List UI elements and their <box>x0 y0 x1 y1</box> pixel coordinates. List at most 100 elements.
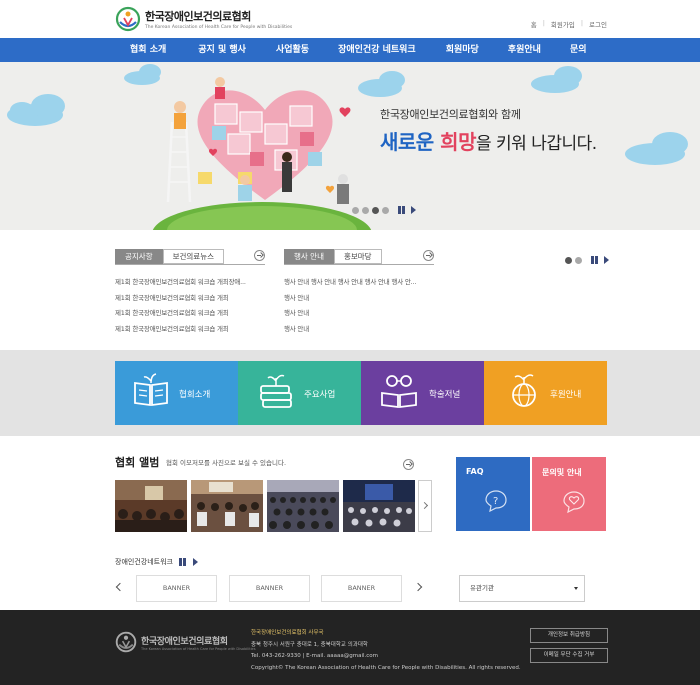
notice-tabs: 공지사항 보건의료뉴스 <box>115 249 225 264</box>
slide-dot[interactable] <box>575 256 582 264</box>
related-sites-select[interactable]: 유관기관 <box>459 575 585 602</box>
pause-icon[interactable] <box>591 256 601 264</box>
notice-list: 제1회 한국장애인보건의료협회 워크숍 개최장애... 제1회 한국장애인보건의… <box>115 276 246 338</box>
event-list: 행사 안내 행사 안내 행사 안내 행사 안내 행사 안... 행사 안내 행사… <box>284 276 416 338</box>
photo-seminar <box>343 480 415 532</box>
question-bubble-icon: ? <box>485 490 507 513</box>
album-subtitle: 협회 이모저모를 사진으로 보실 수 있습니다. <box>166 459 287 467</box>
footer-office: 한국장애인보건의료협회 사무국 <box>251 630 324 636</box>
slide-dot-active[interactable] <box>565 256 572 264</box>
nav-item-about[interactable]: 협회 소개 <box>130 38 166 62</box>
nav-item-members[interactable]: 회원마당 <box>446 38 479 62</box>
faq-button[interactable]: FAQ ? <box>456 457 530 531</box>
hero-headline-part3: 을 키워 나갑니다. <box>475 134 597 154</box>
photo-hall <box>267 480 339 532</box>
logo-title: 한국장애인보건의료협회 <box>145 10 251 23</box>
footer-copyright: Copyright© The Korean Association of Hea… <box>251 664 521 671</box>
more-arrow-icon[interactable] <box>254 250 265 261</box>
pause-icon[interactable] <box>398 206 408 214</box>
album-photo[interactable] <box>343 480 415 532</box>
divider <box>115 264 265 265</box>
nav-item-donation[interactable]: 후원안내 <box>508 38 541 62</box>
footer-logo-title: 한국장애인보건의료협회 <box>141 636 228 647</box>
more-arrow-icon[interactable] <box>423 250 434 261</box>
banner-slot[interactable]: BANNER <box>136 575 217 602</box>
list-item[interactable]: 행사 안내 <box>284 292 416 308</box>
slide-dot-active[interactable] <box>372 206 379 214</box>
album-photo[interactable] <box>115 480 187 532</box>
logo-icon <box>115 631 137 653</box>
nav-item-notice[interactable]: 공지 및 행사 <box>198 38 246 62</box>
heart-bubble-icon <box>563 491 585 514</box>
caret-down-icon <box>574 587 578 590</box>
photo-conference <box>115 480 187 532</box>
email-refusal-button[interactable]: 이메일 무단 수집 거부 <box>530 648 608 663</box>
login-link[interactable]: 로그인 <box>589 19 607 29</box>
books-plant-icon <box>260 374 292 408</box>
event-tabs: 행사 안내 홍보마당 <box>284 249 382 264</box>
divider: | <box>580 19 584 27</box>
list-item[interactable]: 행사 안내 행사 안내 행사 안내 행사 안내 행사 안... <box>284 276 416 292</box>
utility-links: 홈 | 회원가입 | 로그인 <box>531 19 607 29</box>
slide-dot[interactable] <box>352 206 359 214</box>
svg-text:?: ? <box>493 496 498 507</box>
slide-dot[interactable] <box>382 206 389 214</box>
inquiry-button[interactable]: 문의및 안내 <box>532 457 606 531</box>
header: 한국장애인보건의료협회 The Korean Association of He… <box>0 0 700 38</box>
nav-item-contact[interactable]: 문의 <box>570 38 587 62</box>
hero-slider-controls <box>352 206 416 214</box>
list-item[interactable]: 제1회 한국장애인보건의료협회 워크숍 개최장애... <box>115 276 246 292</box>
related-sites-value: 유관기관 <box>470 584 494 592</box>
album-photo[interactable] <box>191 480 263 532</box>
play-icon[interactable] <box>192 558 198 566</box>
tile-label: 주요사업 <box>304 390 336 400</box>
hero-headline-part1: 새로운 <box>380 130 441 154</box>
tab-event[interactable]: 행사 안내 <box>284 249 334 264</box>
site-logo[interactable]: 한국장애인보건의료협회 The Korean Association of He… <box>115 6 292 32</box>
list-item[interactable]: 제1회 한국장애인보건의료협회 워크숍 개최 <box>115 292 246 308</box>
tile-label: 협회소개 <box>179 390 211 400</box>
footer-info: 한국장애인보건의료협회 사무국 충북 청주시 서원구 충대로 1, 충북대학교 … <box>251 628 521 674</box>
hero-headline: 새로운 희망을 키워 나갑니다. <box>380 126 597 155</box>
list-item[interactable]: 제1회 한국장애인보건의료협회 워크숍 개최 <box>115 307 246 323</box>
nav-item-business[interactable]: 사업활동 <box>276 38 309 62</box>
tab-notice[interactable]: 공지사항 <box>115 249 163 264</box>
divider <box>284 264 434 265</box>
quick-link-donation[interactable]: 후원안내 <box>484 361 607 425</box>
quick-link-about[interactable]: 협회소개 <box>115 361 238 425</box>
logo-subtitle: The Korean Association of Health Care fo… <box>145 25 293 30</box>
home-link[interactable]: 홈 <box>531 19 537 29</box>
more-arrow-icon[interactable] <box>403 459 414 470</box>
album-next-button[interactable] <box>418 480 432 532</box>
banner-slot[interactable]: BANNER <box>321 575 402 602</box>
list-item[interactable]: 제1회 한국장애인보건의료협회 워크숍 개최 <box>115 323 246 339</box>
book-glasses-icon <box>381 375 417 409</box>
quick-link-business[interactable]: 주요사업 <box>238 361 361 425</box>
play-icon[interactable] <box>604 256 609 264</box>
quick-link-journal[interactable]: 학술저널 <box>361 361 484 425</box>
tab-health-news[interactable]: 보건의료뉴스 <box>162 249 225 264</box>
privacy-policy-button[interactable]: 개인정보 취급방침 <box>530 628 608 643</box>
play-icon[interactable] <box>411 206 416 214</box>
tile-label: 학술저널 <box>429 390 461 400</box>
network-title-text: 장애인건강네트워크 <box>115 558 173 566</box>
slide-dot[interactable] <box>362 206 369 214</box>
banner-slot[interactable]: BANNER <box>229 575 310 602</box>
inquiry-label: 문의및 안내 <box>542 468 582 477</box>
pause-icon[interactable] <box>178 558 189 566</box>
hero-headline-part2: 희망 <box>440 130 476 154</box>
footer-logo: 한국장애인보건의료협회 The Korean Association of He… <box>115 631 256 653</box>
prev-arrow-icon[interactable] <box>115 582 125 592</box>
footer-logo-subtitle: The Korean Association of Health Care fo… <box>141 646 256 651</box>
signup-link[interactable]: 회원가입 <box>551 19 575 29</box>
tab-promotion[interactable]: 홍보마당 <box>333 249 382 264</box>
divider: | <box>542 19 545 27</box>
list-item[interactable]: 행사 안내 <box>284 323 416 339</box>
next-arrow-icon[interactable] <box>413 582 423 592</box>
album-photo[interactable] <box>267 480 339 532</box>
network-title: 장애인건강네트워크 <box>115 557 198 567</box>
faq-label: FAQ <box>466 467 484 476</box>
list-item[interactable]: 행사 안내 <box>284 307 416 323</box>
nav-item-network[interactable]: 장애인건강 네트워크 <box>338 38 416 62</box>
logo-icon <box>115 6 141 32</box>
